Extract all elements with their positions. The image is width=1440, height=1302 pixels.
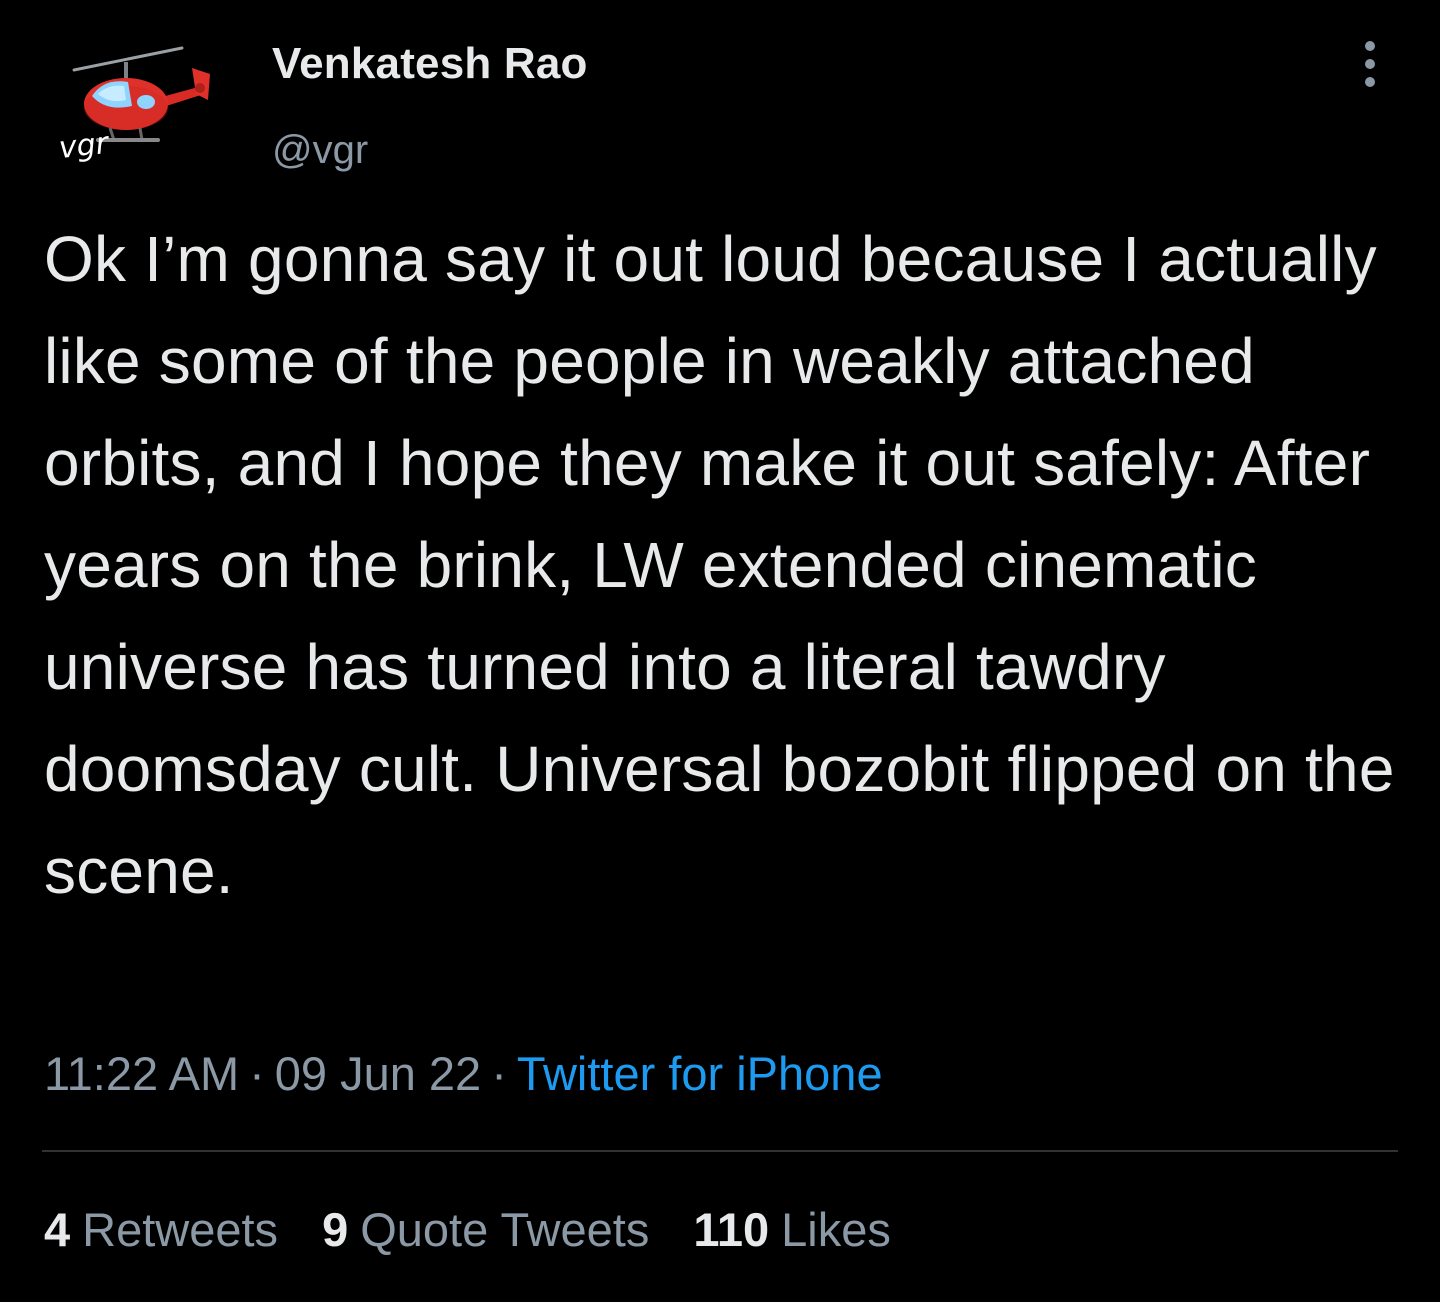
tweet-source-link[interactable]: Twitter for iPhone (517, 1047, 883, 1100)
quote-tweets-label: Quote Tweets (360, 1203, 650, 1256)
avatar[interactable]: vgr (40, 28, 230, 188)
retweets-stat[interactable]: 4 Retweets (44, 1196, 278, 1264)
quote-tweets-count: 9 (322, 1203, 349, 1256)
meta-separator: · (249, 1047, 265, 1100)
tweet-stats: 4 Retweets 9 Quote Tweets 110 Likes (44, 1196, 891, 1264)
tweet-text: Ok I’m gonna say it out loud because I a… (44, 223, 1395, 907)
helicopter-icon: vgr (57, 46, 210, 166)
retweets-count: 4 (44, 1203, 71, 1256)
author-display-name[interactable]: Venkatesh Rao (272, 34, 588, 94)
more-options-button[interactable] (1346, 36, 1394, 92)
likes-count: 110 (693, 1203, 770, 1256)
divider (42, 1150, 1398, 1152)
tweet-date[interactable]: 09 Jun 22 (275, 1047, 481, 1100)
meta-separator: · (491, 1047, 507, 1100)
likes-label: Likes (781, 1203, 891, 1256)
tweet-meta: 11:22 AM · 09 Jun 22 · Twitter for iPhone (44, 1040, 883, 1108)
tweet-header: Venkatesh Rao @vgr (272, 34, 588, 180)
avatar-signature: vgr (57, 126, 111, 166)
quote-tweets-stat[interactable]: 9 Quote Tweets (322, 1196, 649, 1264)
author-handle[interactable]: @vgr (272, 120, 588, 180)
tweet-time[interactable]: 11:22 AM (44, 1047, 239, 1100)
more-vertical-icon (1365, 41, 1375, 87)
retweets-label: Retweets (82, 1203, 279, 1256)
likes-stat[interactable]: 110 Likes (693, 1196, 891, 1264)
